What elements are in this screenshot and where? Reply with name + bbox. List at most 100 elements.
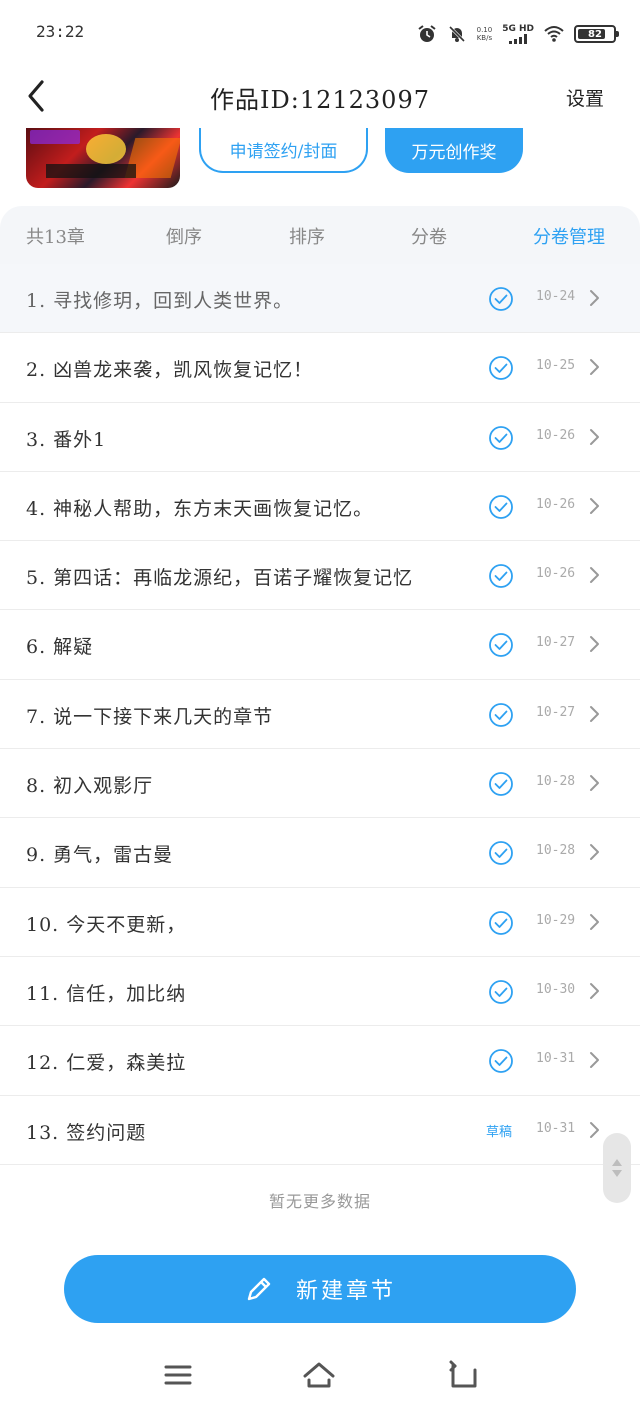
signal-icon	[509, 33, 528, 44]
chevron-right-icon	[590, 636, 599, 653]
draft-badge: 草稿	[486, 1124, 513, 1140]
status-bar: 23:22 0.10 KB/s 5G HD 82	[0, 0, 640, 64]
chevron-right-icon	[590, 290, 599, 306]
menu-icon[interactable]	[160, 1358, 196, 1392]
chapter-title: 9. 勇气，雷古曼	[26, 844, 174, 867]
status-icons: 0.10 KB/s 5G HD 82	[417, 22, 619, 46]
published-check-icon	[489, 494, 513, 519]
chapter-title: 6. 解疑	[26, 636, 94, 659]
new-chapter-button[interactable]: 新建章节	[64, 1255, 576, 1323]
creation-award-button[interactable]: 万元创作奖	[385, 128, 523, 173]
published-check-icon	[489, 564, 513, 589]
chapter-title: 5. 第四话：再临龙源纪，百诺子耀恢复记忆	[26, 567, 414, 590]
chevron-right-icon	[590, 1052, 599, 1069]
settings-button[interactable]: 设置	[566, 84, 604, 111]
system-nav-bar	[0, 1340, 640, 1415]
chapter-date: 10-28	[536, 843, 576, 859]
chapter-title: 13. 签约问题	[26, 1121, 147, 1144]
home-icon[interactable]	[301, 1358, 337, 1392]
chapter-date: 10-27	[536, 635, 576, 651]
chevron-right-icon	[590, 497, 599, 514]
chapter-row[interactable]: 3. 番外1 10-26	[0, 402, 640, 472]
apply-contract-button[interactable]: 申请签约/封面	[199, 128, 368, 173]
chapter-row[interactable]: 11. 信任，加比纳 10-30	[0, 956, 640, 1027]
chapter-date: 10-25	[536, 358, 576, 374]
tab-reverse-order[interactable]: 倒序	[166, 223, 202, 249]
chapter-list: 1. 寻找修玥，回到人类世界。 10-24 2. 凶兽龙来袭，凯风恢复记忆！ 10-2…	[0, 264, 640, 1165]
chapter-row[interactable]: 12. 仁爱，森美拉 10-31	[0, 1026, 640, 1096]
chapter-row[interactable]: 2. 凶兽龙来袭，凯风恢复记忆！ 10-25	[0, 333, 640, 403]
chapter-title: 4. 神秘人帮助，东方末天画恢复记忆。	[26, 497, 374, 520]
published-check-icon	[489, 425, 513, 450]
chapter-date: 10-28	[536, 774, 576, 790]
chapter-date: 10-26	[536, 496, 576, 512]
scroll-up-icon	[612, 1159, 622, 1166]
network-speed: 0.10 KB/s	[477, 26, 493, 42]
speed-value: 0.10	[476, 26, 493, 34]
chapter-toolbar: 共13章 倒序 排序 分卷 分卷管理	[0, 206, 640, 264]
chapter-title: 11. 信任，加比纳	[26, 982, 187, 1005]
mute-bell-icon	[448, 25, 465, 43]
back-icon[interactable]	[445, 1358, 481, 1392]
chapter-row[interactable]: 13. 签约问题 草稿 10-31	[0, 1095, 640, 1165]
chevron-right-icon	[590, 567, 599, 584]
new-chapter-label: 新建章节	[295, 1279, 396, 1304]
app-header: 作品ID:12123097 设置	[0, 64, 640, 128]
chapter-date: 10-26	[536, 427, 576, 443]
published-check-icon	[489, 1049, 513, 1074]
chapter-date: 10-31	[536, 1051, 576, 1067]
chapter-date: 10-31	[536, 1120, 576, 1136]
battery-icon: 82	[574, 25, 619, 43]
scroll-handle[interactable]	[603, 1133, 631, 1203]
published-check-icon	[489, 980, 513, 1004]
chevron-right-icon	[590, 913, 599, 930]
chevron-right-icon	[590, 428, 599, 445]
chapter-title: 8. 初入观影厅	[26, 775, 154, 798]
published-check-icon	[489, 287, 513, 311]
chapter-date: 10-24	[536, 289, 576, 304]
published-check-icon	[489, 702, 513, 727]
battery-level: 82	[588, 28, 602, 40]
chapter-row[interactable]: 4. 神秘人帮助，东方末天画恢复记忆。 10-26	[0, 471, 640, 542]
chapter-count: 共13章	[26, 227, 85, 248]
chevron-right-icon	[590, 982, 599, 999]
chapter-row[interactable]: 10. 今天不更新， 10-29	[0, 887, 640, 957]
chapter-row[interactable]: 6. 解疑 10-27	[0, 610, 640, 680]
chapter-date: 10-29	[536, 912, 576, 928]
page-title: 作品ID:12123097	[210, 86, 430, 114]
chevron-right-icon	[590, 844, 599, 861]
status-time: 23:22	[36, 22, 85, 41]
chapter-title: 12. 仁爱，森美拉	[26, 1052, 187, 1075]
chapter-row[interactable]: 8. 初入观影厅 10-28	[0, 749, 640, 819]
published-check-icon	[489, 772, 513, 796]
wifi-icon	[544, 26, 564, 42]
chapter-date: 10-27	[536, 704, 576, 720]
published-check-icon	[489, 841, 513, 866]
chapter-title: 1. 寻找修玥，回到人类世界。	[26, 290, 294, 312]
chapter-title: 10. 今天不更新，	[26, 913, 187, 936]
pencil-icon	[247, 1277, 271, 1301]
chapter-row[interactable]: 1. 寻找修玥，回到人类世界。 10-24	[0, 264, 640, 334]
published-check-icon	[489, 356, 513, 381]
tab-volume-management[interactable]: 分卷管理	[533, 223, 605, 249]
scroll-down-icon	[612, 1170, 622, 1177]
work-cover-strip: 申请签约/封面 万元创作奖	[0, 128, 640, 204]
chevron-right-icon	[590, 359, 599, 376]
chapter-row[interactable]: 7. 说一下接下来几天的章节 10-27	[0, 679, 640, 750]
chapter-row[interactable]: 9. 勇气，雷古曼 10-28	[0, 818, 640, 888]
chapter-title: 7. 说一下接下来几天的章节	[26, 705, 274, 728]
cover-image[interactable]	[26, 128, 180, 188]
tab-sort[interactable]: 排序	[289, 223, 325, 249]
chevron-right-icon	[590, 775, 599, 792]
chevron-right-icon	[590, 705, 599, 722]
published-check-icon	[489, 910, 513, 935]
chapter-date: 10-26	[536, 566, 576, 582]
chapter-title: 3. 番外1	[26, 428, 107, 451]
list-end-text: 暂无更多数据	[268, 1192, 371, 1211]
tab-volumes[interactable]: 分卷	[411, 223, 447, 249]
network-label: 5G HD	[502, 23, 534, 34]
chevron-right-icon	[590, 1121, 599, 1138]
speed-unit: KB/s	[476, 34, 493, 42]
alarm-icon	[418, 25, 436, 42]
chapter-row[interactable]: 5. 第四话：再临龙源纪，百诺子耀恢复记忆 10-26	[0, 541, 640, 611]
